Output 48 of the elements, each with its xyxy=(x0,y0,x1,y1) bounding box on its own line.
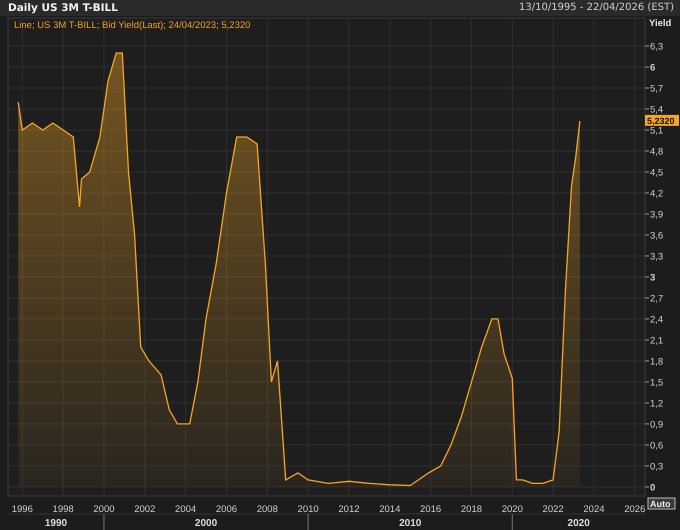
y-tick-label: 2,7 xyxy=(650,293,664,304)
decade-label: 2000 xyxy=(194,518,218,529)
x-tick-label: 2014 xyxy=(379,504,400,515)
y-tick-label: 5,4 xyxy=(650,104,664,116)
axis-title: Yield xyxy=(649,18,672,29)
decade-label: 2010 xyxy=(399,518,422,529)
y-tick-label: 0 xyxy=(650,482,656,494)
x-tick-label: 2024 xyxy=(583,504,605,515)
x-tick-label: 2026 xyxy=(624,504,646,515)
x-tick-label: 2002 xyxy=(134,504,156,515)
y-tick-label: 3,6 xyxy=(650,230,664,242)
y-tick-label: 1,8 xyxy=(650,356,664,368)
y-tick-label: 1,2 xyxy=(650,398,664,410)
legend-text: Line; US 3M T-BILL; Bid Yield(Last); 24/04/2023; 5,2320 xyxy=(14,20,250,31)
chart-title: Daily US 3M T-BILL xyxy=(8,1,118,16)
y-tick-label: 5,7 xyxy=(650,83,664,94)
x-tick-label: 2000 xyxy=(93,504,115,515)
y-tick-label: 3,3 xyxy=(650,251,664,262)
y-tick-label: 6 xyxy=(650,62,656,74)
x-tick-label: 2020 xyxy=(502,504,523,515)
y-tick-label: 0,3 xyxy=(650,461,664,472)
x-tick-label: 2008 xyxy=(256,504,278,515)
y-tick-label: 4,8 xyxy=(650,146,664,158)
x-tick-label: 1998 xyxy=(52,504,74,515)
y-tick-label: 0,9 xyxy=(650,419,664,430)
x-tick-label: 2016 xyxy=(420,504,442,515)
y-tick-label: 3,9 xyxy=(650,209,664,220)
decade-label: 1990 xyxy=(44,518,68,529)
y-tick-label: 4,5 xyxy=(650,167,664,178)
y-tick-label: 1,5 xyxy=(650,377,664,388)
x-tick-label: 1996 xyxy=(12,504,33,515)
y-tick-label: 2,1 xyxy=(650,335,664,346)
y-tick-label: 6,3 xyxy=(650,42,664,52)
last-value-badge: 5,2320 xyxy=(645,114,679,126)
y-tick-label: 5,1 xyxy=(650,125,664,136)
x-tick-label: 2018 xyxy=(460,504,482,515)
decade-label: 2020 xyxy=(568,518,590,529)
x-tick-label: 2022 xyxy=(542,504,564,515)
y-tick-label: 2,4 xyxy=(650,314,664,326)
x-tick-label: 2010 xyxy=(298,504,319,515)
date-range: 13/10/1995 - 22/04/2026 (EST) xyxy=(519,1,674,15)
y-tick-label: 4,2 xyxy=(650,188,664,200)
x-tick-label: 2004 xyxy=(175,504,196,515)
x-tick-label: 2006 xyxy=(216,504,238,515)
y-tick-label: 0,6 xyxy=(650,440,664,452)
x-tick-label: 2012 xyxy=(338,504,360,515)
auto-button[interactable]: Auto xyxy=(648,498,676,510)
y-tick-label: 3 xyxy=(650,272,656,284)
